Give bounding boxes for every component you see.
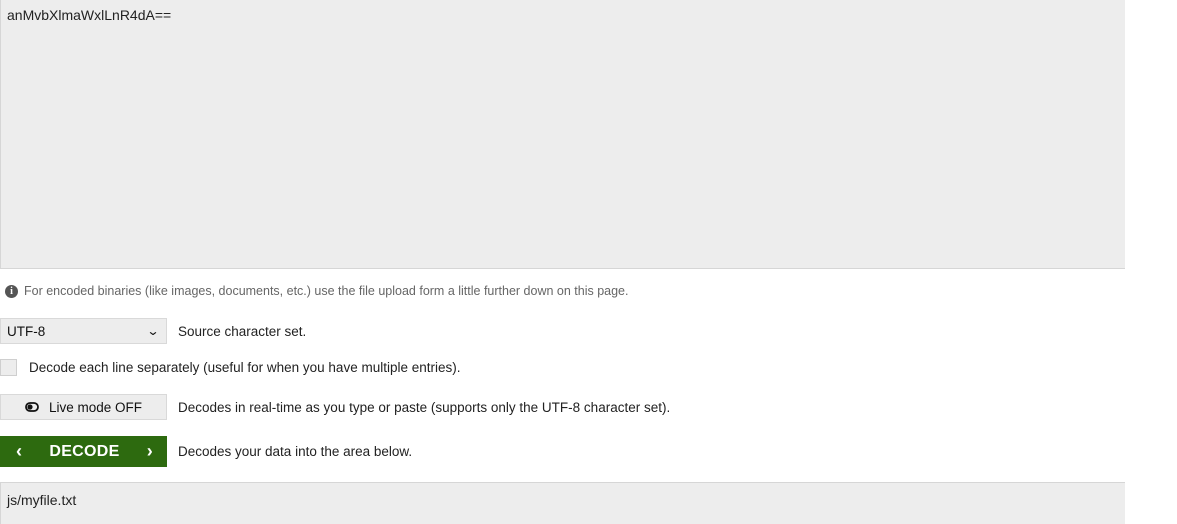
live-mode-button[interactable]: Live mode OFF xyxy=(0,394,167,420)
info-note: i For encoded binaries (like images, doc… xyxy=(5,284,629,298)
result-textarea[interactable]: js/myfile.txt xyxy=(0,482,1125,524)
charset-label: Source character set. xyxy=(178,323,307,339)
charset-select[interactable]: UTF-8 ⌄ xyxy=(0,318,167,344)
live-mode-description: Decodes in real-time as you type or past… xyxy=(178,399,671,415)
toggle-off-icon xyxy=(25,402,39,412)
charset-select-value: UTF-8 xyxy=(7,323,46,339)
chevron-left-icon: ‹ xyxy=(16,441,23,461)
info-circle-icon: i xyxy=(5,284,18,298)
decode-lines-checkbox[interactable] xyxy=(0,359,17,376)
chevron-right-icon: › xyxy=(146,441,153,461)
live-mode-button-label: Live mode OFF xyxy=(48,399,143,415)
decode-button-label: DECODE xyxy=(49,442,120,460)
live-mode-row: Live mode OFF Decodes in real-time as yo… xyxy=(0,394,670,420)
source-textarea[interactable]: anMvbXlmaWxlLnR4dA== xyxy=(0,0,1125,269)
info-note-text: For encoded binaries (like images, docum… xyxy=(24,284,629,298)
decode-row: ‹ DECODE › Decodes your data into the ar… xyxy=(0,436,412,467)
chevron-down-icon: ⌄ xyxy=(146,324,160,338)
line-option-row: Decode each line separately (useful for … xyxy=(0,359,461,376)
decode-description: Decodes your data into the area below. xyxy=(178,444,413,459)
decode-lines-label[interactable]: Decode each line separately (useful for … xyxy=(29,360,461,375)
charset-row: UTF-8 ⌄ Source character set. xyxy=(0,318,306,344)
decode-button[interactable]: ‹ DECODE › xyxy=(0,436,167,467)
